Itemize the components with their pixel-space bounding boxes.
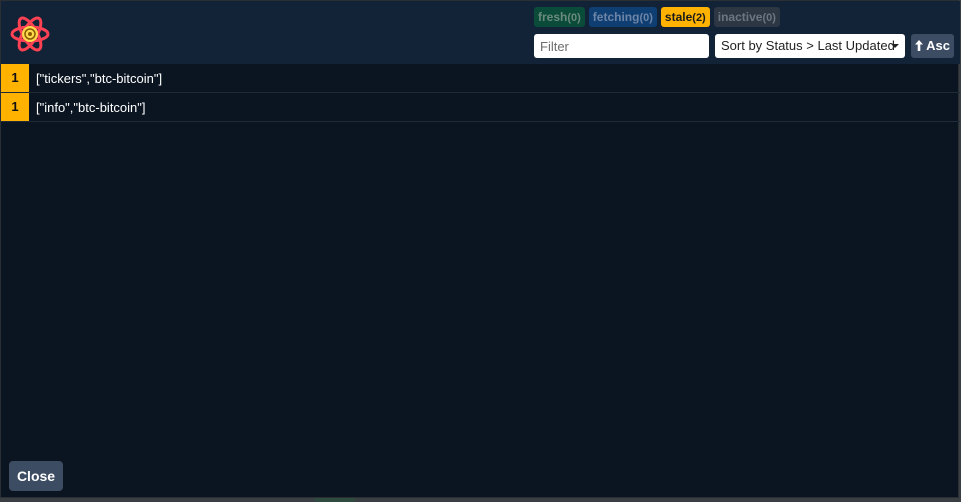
stale-label: stale — [664, 10, 693, 24]
chevron-down-icon — [891, 44, 899, 48]
query-list: 1 ["tickers","btc-bitcoin"] 1 ["info","b… — [1, 64, 960, 122]
sort-select[interactable]: Sort by Status > Last Updated — [715, 34, 905, 58]
sort-direction-label: Asc — [926, 38, 950, 53]
fresh-badge: fresh(0) — [534, 7, 585, 27]
fresh-count: (0) — [567, 12, 581, 24]
query-key: ["info","btc-bitcoin"] — [36, 99, 146, 115]
inactive-badge: inactive(0) — [713, 7, 780, 27]
fetching-badge: fetching(0) — [588, 7, 657, 27]
resize-handle[interactable] — [315, 498, 355, 502]
query-key: ["tickers","btc-bitcoin"] — [36, 70, 163, 86]
react-query-logo-icon[interactable] — [10, 15, 50, 53]
query-row[interactable]: 1 ["info","btc-bitcoin"] — [1, 93, 960, 122]
observer-count: 1 — [1, 64, 29, 92]
query-row[interactable]: 1 ["tickers","btc-bitcoin"] — [1, 64, 960, 93]
fetching-count: (0) — [639, 12, 653, 24]
sort-direction-button[interactable]: Asc — [911, 34, 954, 58]
observer-count: 1 — [1, 93, 29, 121]
fetching-label: fetching — [592, 10, 640, 24]
inactive-label: inactive — [717, 10, 763, 24]
close-button[interactable]: Close — [9, 461, 63, 491]
filter-input[interactable] — [534, 34, 709, 58]
sort-select-value: Sort by Status > Last Updated — [721, 38, 895, 53]
stale-badge: stale(2) — [660, 7, 710, 27]
stale-count: (2) — [692, 12, 706, 24]
status-badges: fresh(0) fetching(0) stale(2) inactive(0… — [534, 7, 780, 27]
fresh-label: fresh — [538, 10, 568, 24]
inactive-count: (0) — [762, 12, 776, 24]
arrow-up-icon — [915, 40, 923, 51]
